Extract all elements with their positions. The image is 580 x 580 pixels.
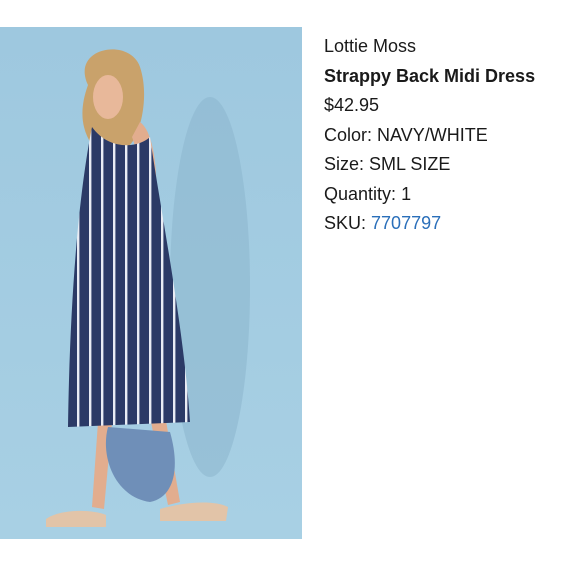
size-row: Size: SML SIZE: [324, 150, 574, 180]
size-value: SML SIZE: [369, 154, 451, 174]
color-row: Color: NAVY/WHITE: [324, 121, 574, 151]
quantity-label: Quantity:: [324, 183, 397, 204]
product-details: Lottie Moss Strappy Back Midi Dress $42.…: [324, 32, 574, 239]
sku-row: SKU: 7707797: [324, 209, 574, 239]
size-label: Size:: [324, 154, 365, 174]
product-photo: [0, 27, 302, 539]
product-price: $42.95: [324, 95, 380, 115]
sku-label: SKU:: [324, 213, 367, 233]
brand-name: Lottie Moss: [324, 36, 417, 56]
product-title: Strappy Back Midi Dress: [324, 65, 536, 86]
color-value: NAVY/WHITE: [377, 124, 488, 145]
quantity-row: Quantity: 1: [324, 180, 574, 210]
sku-link[interactable]: 7707797: [371, 213, 441, 233]
color-label: Color:: [324, 124, 373, 145]
quantity-value: 1: [401, 183, 412, 204]
